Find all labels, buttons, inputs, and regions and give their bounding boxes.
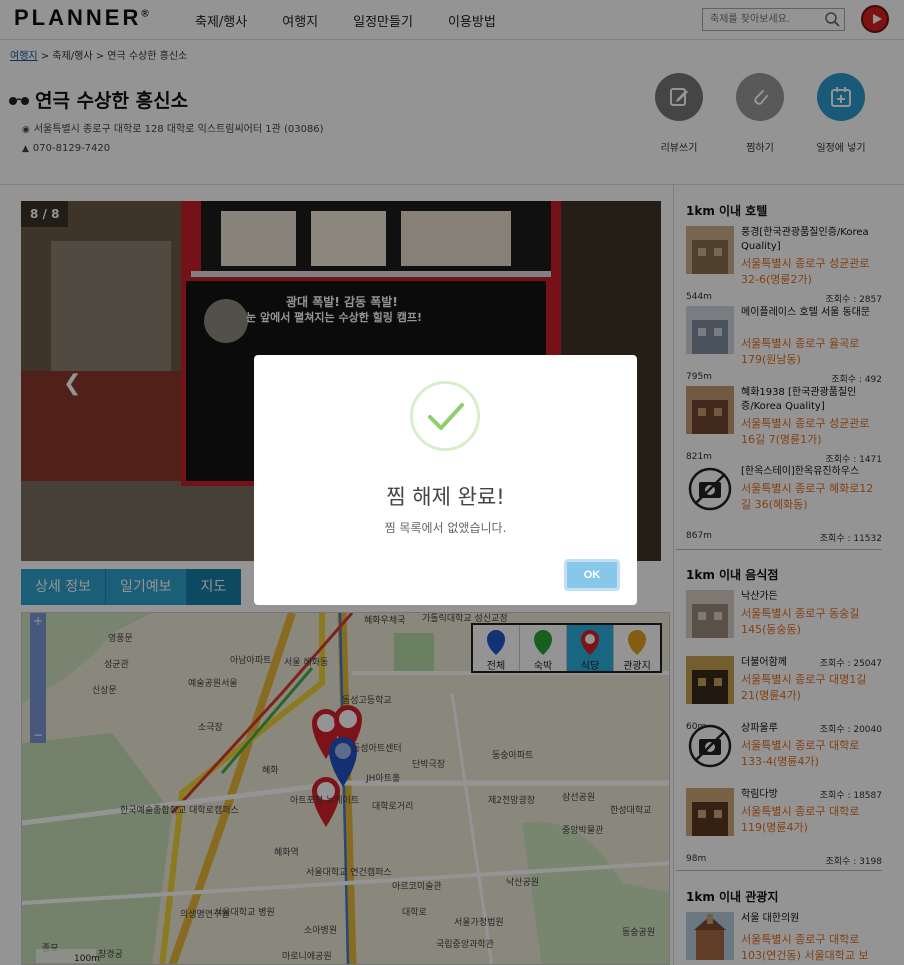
check-icon [410, 381, 480, 451]
ok-button[interactable]: OK [564, 559, 620, 591]
alert-modal: 찜 해제 완료! 찜 목록에서 없앴습니다. OK [254, 355, 637, 605]
modal-title: 찜 해제 완료! [386, 485, 505, 509]
modal-text: 찜 목록에서 없앴습니다. [384, 521, 507, 535]
